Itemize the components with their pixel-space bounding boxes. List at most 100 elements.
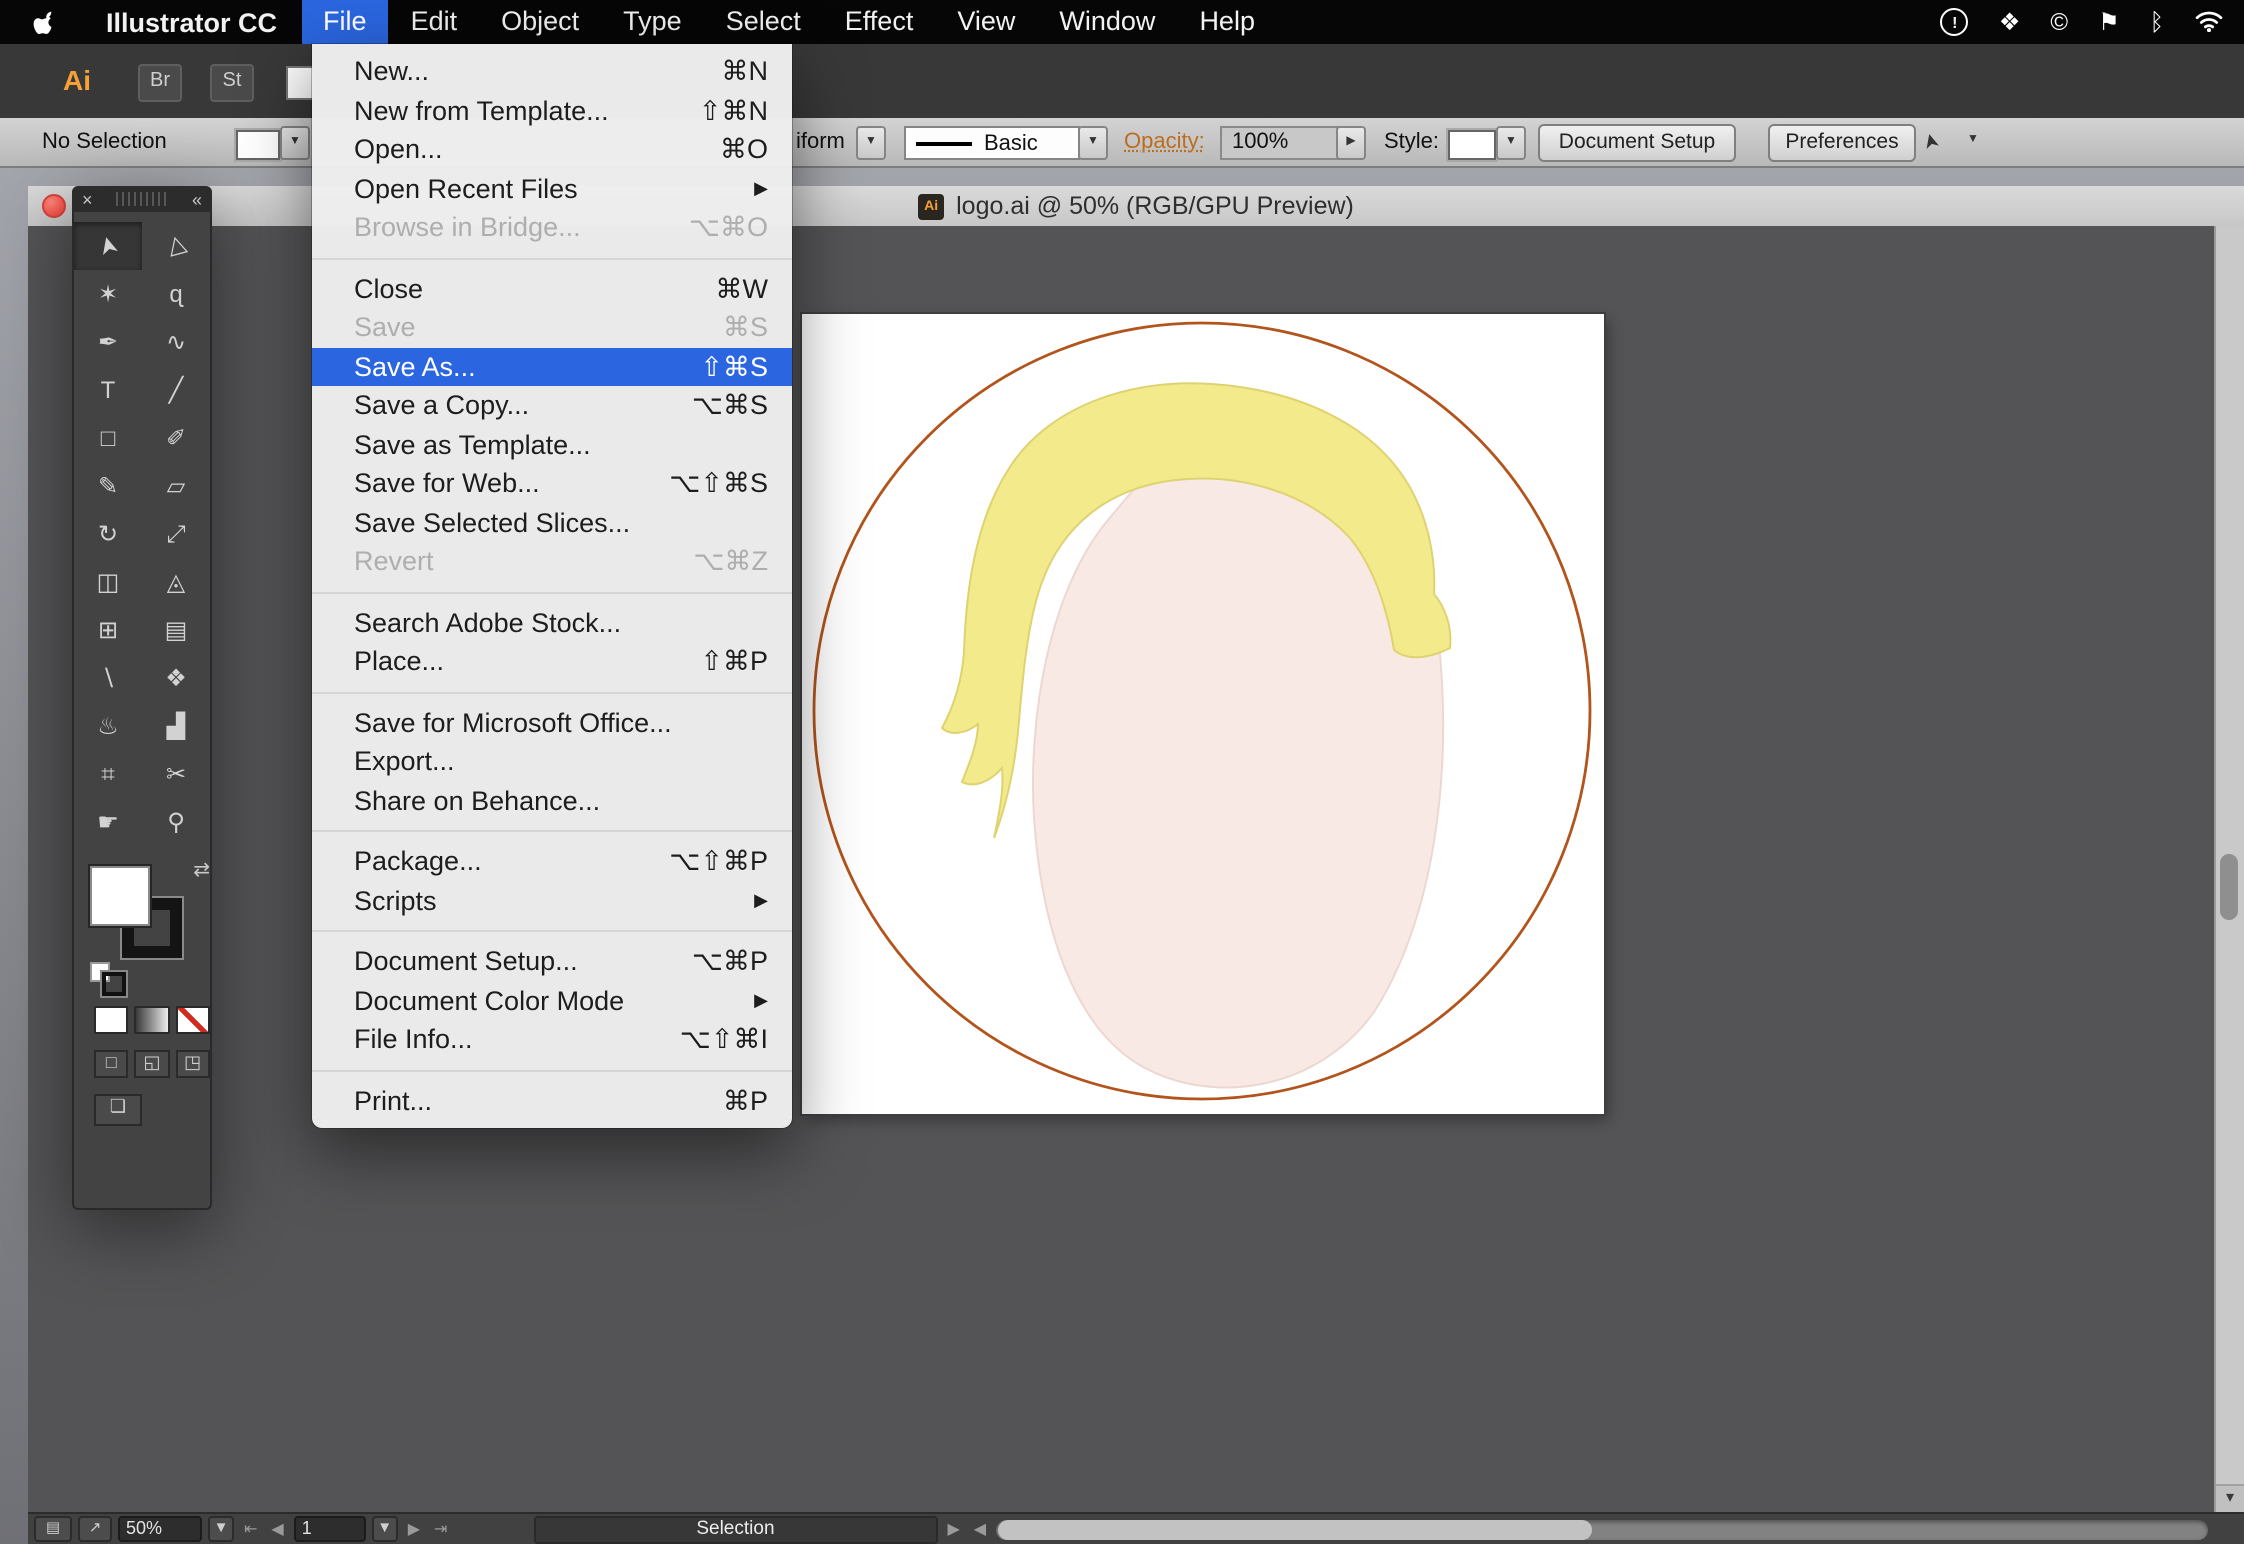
- rectangle-tool[interactable]: □: [74, 414, 142, 462]
- style-dropdown-arrow[interactable]: ▼: [1496, 126, 1526, 160]
- selection-cursor-icon[interactable]: ➤: [1920, 130, 1946, 152]
- shape-builder-tool[interactable]: ◫: [74, 558, 142, 606]
- zoom-dropdown-arrow[interactable]: ▼: [208, 1516, 234, 1542]
- pencil-tool[interactable]: ✎: [74, 462, 142, 510]
- draw-inside-button[interactable]: ◳: [175, 1050, 210, 1078]
- menu-item-package[interactable]: Package... ⌥⇧⌘P: [312, 842, 792, 881]
- mesh-tool[interactable]: ⊞: [74, 606, 142, 654]
- menubar-item-file[interactable]: File: [301, 0, 389, 44]
- menu-item-save-for-microsoft-office[interactable]: Save for Microsoft Office...: [312, 703, 792, 742]
- menubar-item-window[interactable]: Window: [1037, 0, 1177, 44]
- column-graph-tool[interactable]: ▟: [142, 702, 210, 750]
- scroll-down-arrow-icon[interactable]: ▾: [2216, 1484, 2244, 1512]
- artboard-dropdown-arrow[interactable]: ▼: [371, 1516, 398, 1542]
- stroke-profile-dropdown[interactable]: ▼: [856, 126, 886, 160]
- menu-item-open-recent-files[interactable]: Open Recent Files ▶: [312, 169, 792, 208]
- panel-grip[interactable]: [116, 192, 169, 206]
- paintbrush-tool[interactable]: ✐: [142, 414, 210, 462]
- gradient-button[interactable]: [134, 1006, 170, 1034]
- brush-dropdown-arrow[interactable]: ▼: [1078, 126, 1108, 160]
- menu-item-share-on-behance[interactable]: Share on Behance...: [312, 781, 792, 820]
- swap-fill-stroke-icon[interactable]: ⇄: [193, 860, 210, 882]
- color-button[interactable]: [94, 1006, 129, 1034]
- screen-mode-button[interactable]: ❏: [94, 1094, 142, 1126]
- vertical-scrollbar-thumb[interactable]: [2220, 854, 2238, 920]
- menu-item-document-color-mode[interactable]: Document Color Mode ▶: [312, 981, 792, 1020]
- window-close-button[interactable]: [42, 194, 66, 218]
- menu-item-new[interactable]: New... ⌘N: [312, 52, 792, 91]
- perspective-grid-tool[interactable]: ◬: [142, 558, 210, 606]
- symbol-sprayer-tool[interactable]: ♨: [74, 702, 142, 750]
- menubar-item-object[interactable]: Object: [479, 0, 601, 44]
- hand-tool[interactable]: ☛: [74, 798, 142, 846]
- menubar-item-effect[interactable]: Effect: [823, 0, 936, 44]
- default-fill-stroke-icon[interactable]: [90, 962, 128, 998]
- bridge-button[interactable]: Br: [138, 64, 182, 102]
- artboard-tool[interactable]: ⌗: [74, 750, 142, 798]
- menubar-item-select[interactable]: Select: [704, 0, 823, 44]
- status-share-icon[interactable]: ↗: [78, 1516, 112, 1542]
- menu-item-save-selected-slices[interactable]: Save Selected Slices...: [312, 503, 792, 542]
- status-menu-arrow[interactable]: ▶: [943, 1520, 963, 1538]
- bookmark-icon[interactable]: ⚑: [2098, 10, 2120, 34]
- apple-menu[interactable]: [32, 7, 58, 37]
- opacity-stepper[interactable]: ▶: [1336, 126, 1366, 160]
- preferences-button[interactable]: Preferences: [1768, 124, 1916, 162]
- slice-tool[interactable]: ✂: [142, 750, 210, 798]
- hscroll-left-arrow[interactable]: ◀: [970, 1520, 990, 1538]
- bluetooth-icon[interactable]: ᛒ: [2150, 10, 2164, 34]
- brush-definition-field[interactable]: Basic: [904, 126, 1080, 160]
- type-tool[interactable]: T: [74, 366, 142, 414]
- fill-dropdown-arrow[interactable]: ▼: [280, 126, 310, 160]
- menu-item-new-from-template[interactable]: New from Template... ⇧⌘N: [312, 91, 792, 130]
- menu-item-save-as[interactable]: Save As... ⇧⌘S: [312, 347, 792, 386]
- artboard-number-field[interactable]: 1: [293, 1516, 366, 1542]
- document-setup-button[interactable]: Document Setup: [1538, 124, 1736, 162]
- eyedropper-tool[interactable]: ∖: [74, 654, 142, 702]
- tools-panel-header[interactable]: × «: [72, 186, 212, 212]
- direct-selection-tool[interactable]: ▷: [142, 222, 210, 270]
- artboard[interactable]: [802, 314, 1604, 1114]
- fill-chip[interactable]: [88, 864, 152, 928]
- menubar-item-edit[interactable]: Edit: [389, 0, 480, 44]
- menu-item-file-info[interactable]: File Info... ⌥⇧⌘I: [312, 1020, 792, 1059]
- horizontal-scrollbar[interactable]: [996, 1519, 2208, 1539]
- last-artboard-button[interactable]: ⇥: [430, 1520, 451, 1538]
- panel-collapse-icon[interactable]: «: [192, 189, 202, 209]
- zoom-tool[interactable]: ⚲: [142, 798, 210, 846]
- fill-color-swatch[interactable]: [236, 130, 280, 160]
- menu-item-document-setup[interactable]: Document Setup... ⌥⌘P: [312, 942, 792, 981]
- menubar-item-view[interactable]: View: [935, 0, 1037, 44]
- opacity-field[interactable]: 100%: [1220, 126, 1346, 160]
- magic-wand-tool[interactable]: ✶: [74, 270, 142, 318]
- opacity-label[interactable]: Opacity:: [1124, 130, 1205, 154]
- panel-close-icon[interactable]: ×: [82, 189, 93, 209]
- menu-item-export[interactable]: Export...: [312, 742, 792, 781]
- previous-artboard-button[interactable]: ◀: [267, 1520, 287, 1538]
- eraser-tool[interactable]: ▱: [142, 462, 210, 510]
- creative-cloud-icon[interactable]: ©: [2050, 10, 2068, 34]
- lasso-tool[interactable]: ɋ: [142, 270, 210, 318]
- cursor-options-arrow[interactable]: ▼: [1960, 126, 1986, 156]
- gradient-tool[interactable]: ▤: [142, 606, 210, 654]
- menu-item-close[interactable]: Close ⌘W: [312, 269, 792, 308]
- wifi-icon[interactable]: [2194, 9, 2224, 35]
- menubar-item-help[interactable]: Help: [1177, 0, 1277, 44]
- line-segment-tool[interactable]: ╱: [142, 366, 210, 414]
- menu-item-search-adobe-stock[interactable]: Search Adobe Stock...: [312, 603, 792, 642]
- draw-normal-button[interactable]: □: [94, 1050, 129, 1078]
- menu-item-save-a-copy[interactable]: Save a Copy... ⌥⌘S: [312, 386, 792, 425]
- style-swatch[interactable]: [1448, 130, 1496, 160]
- menubar-item-type[interactable]: Type: [601, 0, 704, 44]
- menu-item-scripts[interactable]: Scripts ▶: [312, 881, 792, 920]
- alert-circle-icon[interactable]: !: [1940, 8, 1969, 36]
- selection-tool[interactable]: ➤: [74, 222, 142, 270]
- menu-item-open[interactable]: Open... ⌘O: [312, 130, 792, 169]
- next-artboard-button[interactable]: ▶: [404, 1520, 424, 1538]
- draw-behind-button[interactable]: ◱: [134, 1050, 170, 1078]
- zoom-field[interactable]: 50%: [118, 1516, 202, 1542]
- pen-tool[interactable]: ✒: [74, 318, 142, 366]
- horizontal-scrollbar-thumb[interactable]: [998, 1519, 1592, 1539]
- scale-tool[interactable]: ⤢: [142, 510, 210, 558]
- first-artboard-button[interactable]: ⇤: [240, 1520, 261, 1538]
